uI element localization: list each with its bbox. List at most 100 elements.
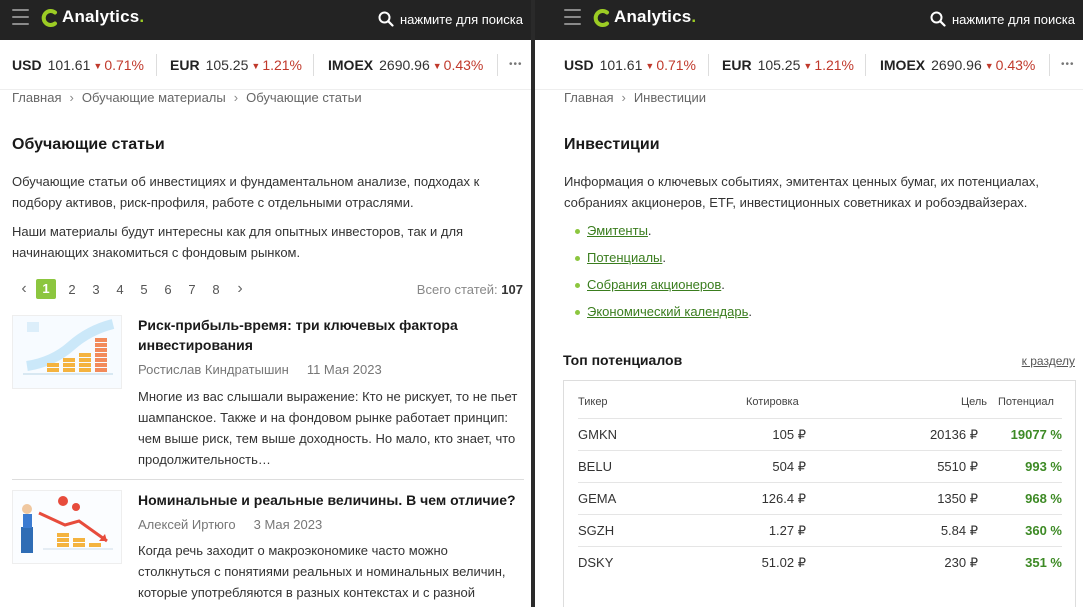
breadcrumb-home[interactable]: Главная: [564, 90, 613, 105]
right-pane: Analytics. нажмите для поиска USD 101.61…: [535, 0, 1083, 607]
more-icon[interactable]: •••: [1061, 59, 1075, 70]
column-header: Цель: [961, 396, 988, 408]
cell-ticker[interactable]: DSKY: [578, 555, 613, 570]
cell-potential: 19077 %: [1010, 427, 1062, 442]
table-row[interactable]: GEMA 126.4 ₽ 1350 ₽ 968 %: [578, 482, 1062, 514]
coins-growth-illustration: [13, 316, 121, 388]
logo-text[interactable]: Analytics.: [62, 7, 144, 27]
ticker-usd[interactable]: USD 101.61 ▼ 0.71%: [564, 57, 696, 73]
bullet-icon: [575, 229, 580, 234]
more-icon[interactable]: •••: [509, 59, 523, 70]
cell-target: 5.84 ₽: [940, 523, 978, 538]
article-author[interactable]: Ростислав Киндратышин: [138, 362, 289, 377]
menu-icon[interactable]: [564, 9, 581, 26]
left-pane: Analytics. нажмите для поиска USD 101.61…: [0, 0, 531, 607]
cell-target: 230 ₽: [944, 555, 978, 570]
ticker-divider: [1049, 54, 1050, 76]
search-icon: [378, 11, 394, 27]
cell-quote: 1.27 ₽: [768, 523, 806, 538]
menu-icon[interactable]: [12, 9, 29, 26]
section-link[interactable]: к разделу: [1022, 354, 1075, 368]
page-button[interactable]: 2: [60, 282, 84, 297]
article-title[interactable]: Риск-прибыль-время: три ключевых фактора…: [138, 315, 518, 355]
down-arrow-icon: ▼: [984, 61, 994, 71]
ticker-bar: USD 101.61 ▼ 0.71% EUR 105.25 ▼ 1.21% IM…: [0, 40, 531, 90]
breadcrumb-current: Обучающие статьи: [246, 90, 362, 105]
link-item: Потенциалы.: [547, 247, 752, 274]
down-arrow-icon: ▼: [93, 61, 103, 71]
link-shareholder-meetings[interactable]: Собрания акционеров: [587, 277, 721, 292]
search-icon: [930, 11, 946, 27]
bullet-icon: [575, 256, 580, 261]
cell-quote: 105 ₽: [772, 427, 806, 442]
cell-quote: 51.02 ₽: [761, 555, 806, 570]
cell-ticker[interactable]: GEMA: [578, 491, 616, 506]
ticker-eur[interactable]: EUR 105.25 ▼ 1.21%: [170, 57, 302, 73]
breadcrumb-home[interactable]: Главная: [12, 90, 61, 105]
link-item: Эмитенты.: [547, 220, 752, 247]
article-author[interactable]: Алексей Иртюго: [138, 517, 236, 532]
ticker-divider: [156, 54, 157, 76]
article-thumbnail[interactable]: [12, 315, 122, 389]
search-button[interactable]: нажмите для поиска: [930, 8, 1075, 30]
down-arrow-icon: ▼: [645, 61, 655, 71]
link-potentials[interactable]: Потенциалы: [587, 250, 662, 265]
potentials-table: Тикер Котировка Цель Потенциал GMKN 105 …: [563, 380, 1076, 607]
ticker-imoex[interactable]: IMOEX 2690.96 ▼ 0.43%: [328, 57, 483, 73]
breadcrumb-materials[interactable]: Обучающие материалы: [82, 90, 226, 105]
cell-ticker[interactable]: SGZH: [578, 523, 614, 538]
article-card: Риск-прибыль-время: три ключевых фактора…: [12, 315, 524, 475]
link-economic-calendar[interactable]: Экономический календарь: [587, 304, 748, 319]
chevron-right-icon: ›: [69, 90, 74, 105]
article-date: 3 Мая 2023: [253, 517, 323, 532]
page-button[interactable]: 6: [156, 282, 180, 297]
logo-icon[interactable]: [41, 8, 59, 28]
top-bar: Analytics. нажмите для поиска: [0, 0, 531, 40]
bullet-icon: [575, 283, 580, 288]
cell-ticker[interactable]: BELU: [578, 459, 612, 474]
breadcrumb: Главная › Обучающие материалы › Обучающие ст…: [12, 90, 362, 105]
search-button[interactable]: нажмите для поиска: [378, 8, 523, 30]
cell-target: 5510 ₽: [937, 459, 978, 474]
businessman-falling-chart-illustration: [13, 491, 121, 563]
breadcrumb-current: Инвестиции: [633, 90, 707, 105]
ticker-usd[interactable]: USD 101.61 ▼ 0.71%: [12, 57, 144, 73]
chevron-left-icon[interactable]: ‹: [12, 280, 36, 298]
cell-potential: 968 %: [1025, 491, 1062, 506]
link-issuers[interactable]: Эмитенты: [587, 223, 648, 238]
page-button[interactable]: 7: [180, 282, 204, 297]
search-placeholder: нажмите для поиска: [399, 11, 523, 27]
search-placeholder: нажмите для поиска: [951, 11, 1075, 27]
page-button[interactable]: 8: [204, 282, 228, 297]
page-button[interactable]: 4: [108, 282, 132, 297]
table-row[interactable]: GMKN 105 ₽ 20136 ₽ 19077 %: [578, 418, 1062, 450]
table-row[interactable]: SGZH 1.27 ₽ 5.84 ₽ 360 %: [578, 514, 1062, 546]
logo-text[interactable]: Analytics.: [614, 7, 696, 27]
cell-quote: 504 ₽: [772, 459, 806, 474]
logo-icon[interactable]: [593, 8, 611, 28]
ticker-divider: [865, 54, 866, 76]
page-button[interactable]: 1: [36, 279, 56, 299]
article-excerpt: Когда речь заходит о макроэкономике част…: [138, 543, 506, 600]
page-button[interactable]: 5: [132, 282, 156, 297]
article-excerpt: Многие из вас слышали выражение: Кто не …: [138, 389, 518, 467]
article-thumbnail[interactable]: [12, 490, 122, 564]
ticker-imoex[interactable]: IMOEX 2690.96 ▼ 0.43%: [880, 57, 1035, 73]
intro-paragraph: Наши материалы будут интересны как для о…: [12, 224, 464, 260]
column-header: Тикер: [578, 396, 608, 408]
ticker-eur[interactable]: EUR 105.25 ▼ 1.21%: [722, 57, 854, 73]
chevron-right-icon: ›: [233, 90, 239, 105]
cell-potential: 351 %: [1025, 555, 1062, 570]
cell-ticker[interactable]: GMKN: [578, 427, 617, 442]
table-row[interactable]: BELU 504 ₽ 5510 ₽ 993 %: [578, 450, 1062, 482]
ticker-divider: [708, 54, 709, 76]
page-button[interactable]: 3: [84, 282, 108, 297]
article-meta: Алексей Иртюго 3 Мая 2023: [138, 517, 322, 532]
section-title: Топ потенциалов: [563, 352, 683, 368]
table-row[interactable]: DSKY 51.02 ₽ 230 ₽ 351 %: [578, 546, 1062, 578]
cell-potential: 360 %: [1025, 523, 1062, 538]
article-title[interactable]: Номинальные и реальные величины. В чем о…: [138, 490, 518, 510]
article-card: Номинальные и реальные величины. В чем о…: [12, 490, 524, 607]
chevron-right-icon[interactable]: ›: [228, 280, 252, 298]
breadcrumb: Главная › Инвестиции: [564, 90, 706, 105]
